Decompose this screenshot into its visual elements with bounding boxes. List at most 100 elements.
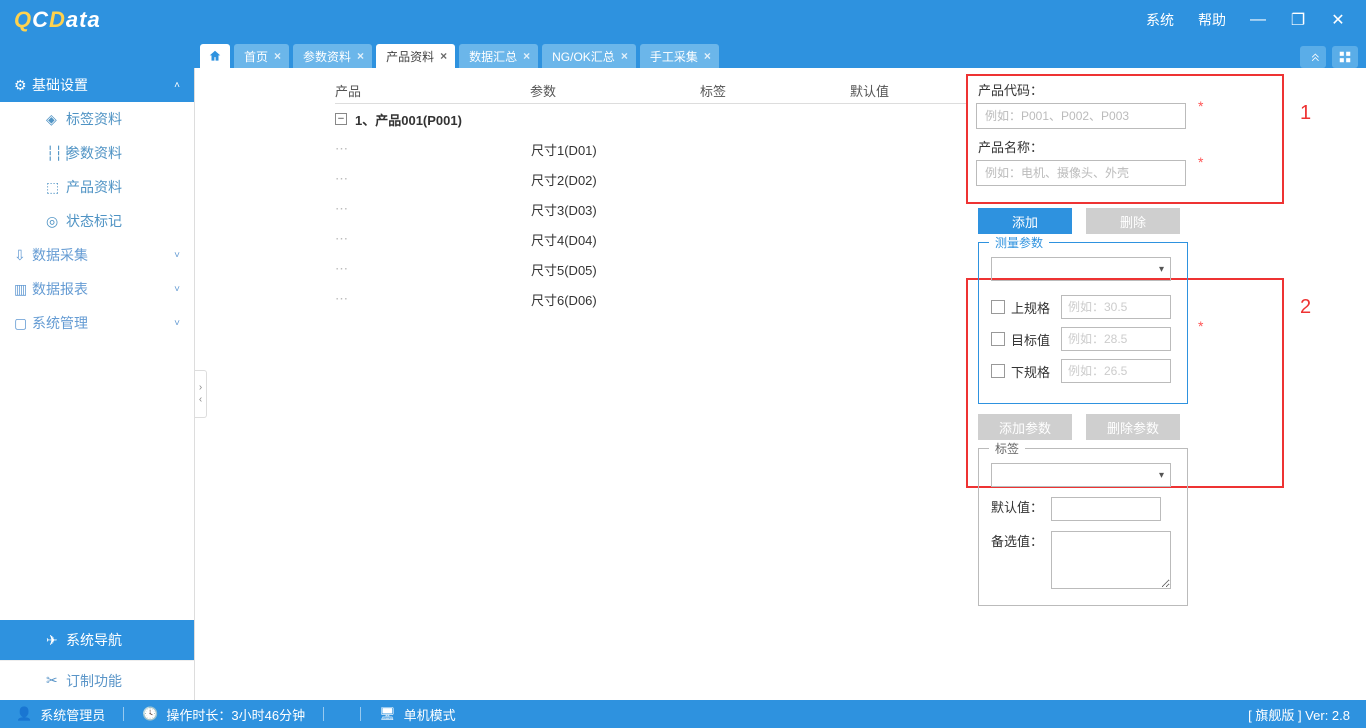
tree-group-row[interactable]: − 1、产品001(P001) [335, 104, 966, 134]
tag-select[interactable]: ▾ [991, 463, 1171, 487]
target-icon: ◎ [46, 213, 66, 230]
target-input[interactable] [1061, 327, 1171, 351]
close-icon[interactable]: × [440, 49, 447, 63]
close-icon[interactable]: × [523, 49, 530, 63]
grid-view-button[interactable] [1332, 46, 1358, 68]
lower-spec-checkbox[interactable] [991, 364, 1005, 378]
sidebar-system-nav[interactable]: ✈系统导航 [0, 620, 194, 660]
tab-homepage[interactable]: 首页× [234, 44, 289, 68]
delete-button[interactable]: 删除 [1086, 208, 1180, 234]
sidebar-collapse-handle[interactable]: ›‹ [195, 370, 207, 418]
sidebar: ⚙ 基础设置 ˄ ◈标签资料 ┆┆┆参数资料 ⬚产品资料 ◎状态标记 ⇩数据采集… [0, 68, 195, 700]
menu-system[interactable]: 系统 [1134, 10, 1186, 30]
alt-value-textarea[interactable] [1051, 531, 1171, 589]
sidebar-custom-func[interactable]: ✂订制功能 [0, 660, 194, 700]
lower-spec-label: 下规格 [1011, 362, 1055, 381]
sidebar-item-label: 产品资料 [66, 177, 122, 197]
close-icon[interactable]: × [621, 49, 628, 63]
tree-row[interactable]: ⋯ 尺寸6(D06) [335, 284, 966, 314]
chevron-down-icon [1306, 50, 1320, 64]
tab-label: 手工采集 [650, 48, 698, 65]
wrench-icon: ✂ [46, 672, 66, 689]
required-icon: * [1198, 318, 1203, 334]
sidebar-item-tag-data[interactable]: ◈标签资料 [0, 102, 194, 136]
close-icon[interactable]: × [274, 49, 281, 63]
user-icon: 👤 [16, 706, 32, 722]
upper-spec-checkbox[interactable] [991, 300, 1005, 314]
tab-ngok-summary[interactable]: NG/OK汇总× [542, 44, 636, 68]
close-icon[interactable]: × [704, 49, 711, 63]
tree-row[interactable]: ⋯尺寸4(D04) [335, 224, 966, 254]
cube-icon: ⬚ [46, 179, 66, 196]
tree-cell: 尺寸2(D02) [531, 170, 597, 189]
target-checkbox[interactable] [991, 332, 1005, 346]
measure-param-select[interactable]: ▾ [991, 257, 1171, 281]
close-button[interactable]: ✕ [1318, 10, 1358, 30]
grid-icon [1338, 50, 1352, 64]
default-value-input[interactable] [1051, 497, 1161, 521]
tab-label: 产品资料 [386, 48, 434, 65]
tree-group-label: 1、产品001(P001) [355, 110, 462, 129]
tree-branch-icon: ⋯ [335, 231, 361, 247]
tabs-overflow-button[interactable] [1300, 46, 1326, 68]
tree-branch-icon: ⋯ [335, 141, 361, 157]
main-content: 产品 参数 标签 默认值 − 1、产品001(P001) ⋯尺寸1(D01) ⋯… [195, 68, 1366, 700]
title-bar: QCData 系统 帮助 — ❐ ✕ [0, 0, 1366, 40]
target-label: 目标值 [1011, 330, 1055, 349]
maximize-button[interactable]: ❐ [1278, 10, 1318, 30]
tree-row[interactable]: ⋯尺寸1(D01) [335, 134, 966, 164]
status-bar: 👤 系统管理员 🕓 操作时长： 3小时46分钟 🖥 单机模式 [ 旗舰版 ] V… [0, 700, 1366, 728]
tab-product-data[interactable]: 产品资料 × [376, 44, 455, 68]
tree-branch-icon: ⋯ [335, 261, 361, 277]
chevron-up-icon: ˄ [174, 80, 180, 91]
lower-spec-input[interactable] [1061, 359, 1171, 383]
upper-spec-input[interactable] [1061, 295, 1171, 319]
send-icon: ✈ [46, 632, 66, 649]
tree-cell: 尺寸6(D06) [531, 290, 597, 309]
sidebar-group-label: 数据报表 [32, 279, 88, 299]
tab-manual-collect[interactable]: 手工采集 × [640, 44, 719, 68]
required-icon: * [1198, 154, 1203, 170]
tab-param-data[interactable]: 参数资料× [293, 44, 372, 68]
sidebar-item-param-data[interactable]: ┆┆┆参数资料 [0, 136, 194, 170]
sidebar-item-product-data[interactable]: ⬚产品资料 [0, 170, 194, 204]
app-logo: QCData [14, 7, 101, 33]
sliders-icon: ┆┆┆ [46, 145, 66, 162]
sidebar-group-system-manage[interactable]: ▢系统管理˅ [0, 306, 194, 340]
tab-bar: 首页× 参数资料× 产品资料 × 数据汇总× NG/OK汇总× 手工采集 × [0, 40, 1366, 68]
alt-value-label: 备选值： [991, 531, 1045, 550]
sidebar-group-data-report[interactable]: ▥数据报表˅ [0, 272, 194, 306]
clock-icon: 🕓 [142, 706, 158, 722]
status-runtime-label: 操作时长： [166, 705, 231, 724]
tree-header: 产品 参数 标签 默认值 [335, 78, 966, 104]
tag-legend: 标签 [989, 440, 1025, 457]
tree-row[interactable]: ⋯尺寸3(D03) [335, 194, 966, 224]
tree-row[interactable]: ⋯ 尺寸5(D05) [335, 254, 966, 284]
measure-legend: 测量参数 [989, 234, 1049, 251]
collapse-icon[interactable]: − [335, 113, 347, 125]
tree-branch-icon: ⋯ [335, 171, 361, 187]
minimize-button[interactable]: — [1238, 11, 1278, 29]
sidebar-group-data-collect[interactable]: ⇩数据采集˅ [0, 238, 194, 272]
sidebar-item-status-mark[interactable]: ◎状态标记 [0, 204, 194, 238]
required-icon: * [1198, 98, 1203, 114]
col-default: 默认值 [850, 81, 889, 100]
menu-help[interactable]: 帮助 [1186, 10, 1238, 30]
tree-row[interactable]: ⋯ 尺寸2(D02) [335, 164, 966, 194]
add-button[interactable]: 添加 [978, 208, 1072, 234]
tab-home[interactable] [200, 44, 230, 68]
col-tag: 标签 [700, 81, 850, 100]
sidebar-item-label: 标签资料 [66, 109, 122, 129]
tree-branch-icon: ⋯ [335, 201, 361, 217]
close-icon[interactable]: × [357, 49, 364, 63]
chevron-down-icon: ▾ [1159, 470, 1164, 481]
sidebar-group-base-settings[interactable]: ⚙ 基础设置 ˄ [0, 68, 194, 102]
tree-cell: 尺寸5(D05) [531, 260, 597, 279]
tree-branch-icon: ⋯ [335, 291, 361, 307]
tag-fieldset: 标签 ▾ 默认值： 备选值： [978, 448, 1188, 606]
measure-param-fieldset: 测量参数 ▾ 上规格 目标值 下规格 [978, 242, 1188, 404]
status-mode: 单机模式 [404, 705, 456, 724]
tab-data-summary[interactable]: 数据汇总× [459, 44, 538, 68]
sidebar-group-label: 系统管理 [32, 313, 88, 333]
sidebar-item-label: 参数资料 [66, 143, 122, 163]
